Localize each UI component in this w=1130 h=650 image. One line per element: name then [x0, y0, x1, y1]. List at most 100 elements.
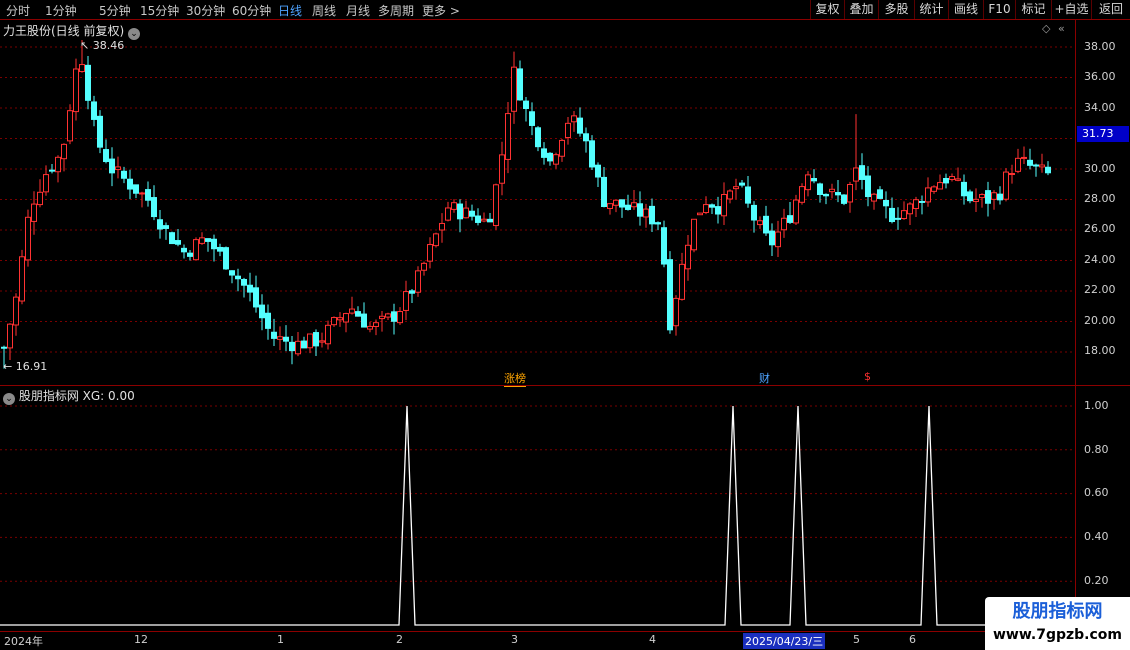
- candle-up: [685, 244, 691, 270]
- y-label: 24.00: [1084, 253, 1116, 266]
- price-axis: 38.00 36.00 34.00 31.73 30.00 28.00 26.0…: [1075, 20, 1130, 385]
- signal-chart[interactable]: [0, 386, 1075, 631]
- mark-button[interactable]: 标记: [1015, 0, 1051, 19]
- candle-up: [571, 115, 577, 123]
- multi-stock-button[interactable]: 多股: [878, 0, 914, 19]
- draw-line-button[interactable]: 画线: [948, 0, 983, 19]
- candle-up: [37, 191, 43, 206]
- candle-down: [583, 133, 589, 142]
- candlestick-chart[interactable]: [0, 20, 1075, 385]
- candle-down: [91, 101, 97, 120]
- candle-up: [13, 296, 19, 326]
- candle-up: [679, 263, 685, 300]
- candle-down: [85, 64, 91, 101]
- candle-down: [151, 197, 157, 218]
- candle-down: [577, 117, 583, 134]
- y-label: 30.00: [1084, 162, 1116, 175]
- high-price-value: 38.46: [92, 39, 125, 52]
- cursor-date-label: 2025/04/23/三: [743, 633, 826, 649]
- tab-multi-period[interactable]: 多周期: [378, 2, 414, 19]
- candle-up: [343, 313, 349, 323]
- chevron-down-icon[interactable]: ⌄: [128, 28, 141, 40]
- candle-down: [625, 204, 631, 210]
- candle-down: [787, 215, 793, 223]
- candle-up: [277, 336, 283, 340]
- candle-down: [523, 100, 529, 110]
- candle-up: [367, 325, 373, 330]
- candle-up: [19, 256, 25, 302]
- candle-down: [529, 111, 535, 126]
- tab-daily[interactable]: 日线: [278, 2, 302, 19]
- tab-30min[interactable]: 30分钟: [186, 2, 225, 19]
- diamond-icon[interactable]: ◇: [1042, 22, 1050, 35]
- tab-monthly[interactable]: 月线: [346, 2, 370, 19]
- candle-up: [991, 192, 997, 200]
- candle-up: [979, 194, 985, 199]
- y-label: 0.20: [1084, 574, 1109, 587]
- candle-up: [1003, 171, 1009, 200]
- candle-up: [1021, 156, 1027, 159]
- high-price-label: ↖ 38.46: [80, 39, 125, 52]
- f10-button[interactable]: F10: [983, 0, 1015, 19]
- marker-dollar[interactable]: $: [864, 370, 871, 383]
- candle-up: [511, 66, 517, 112]
- candle-up: [481, 218, 487, 222]
- candle-down: [391, 311, 397, 322]
- chevron-down-icon[interactable]: ⌄: [3, 393, 15, 405]
- candle-up: [505, 113, 511, 160]
- candlestick-panel[interactable]: 力王股份(日线 前复权) ⌄ ◇ « ↖ 38.46 ← 16.91 涨榜 财 …: [0, 20, 1075, 387]
- candle-down: [541, 148, 547, 158]
- candle-down: [217, 246, 223, 252]
- add-watchlist-button[interactable]: +自选: [1051, 0, 1091, 19]
- current-price-tag: 31.73: [1077, 126, 1129, 142]
- restore-rights-button[interactable]: 复权: [810, 0, 844, 19]
- tab-more[interactable]: 更多 >: [422, 2, 460, 19]
- tab-15min[interactable]: 15分钟: [140, 2, 179, 19]
- tab-1min[interactable]: 1分钟: [45, 2, 77, 19]
- candle-up: [937, 182, 943, 190]
- time-label: 3: [511, 633, 518, 646]
- candle-up: [67, 110, 73, 142]
- candle-up: [61, 143, 67, 160]
- candle-down: [109, 158, 115, 174]
- candle-up: [799, 186, 805, 203]
- y-label: 0.80: [1084, 443, 1109, 456]
- indicator-panel[interactable]: ⌄ 股朋指标网 XG: 0.00: [0, 386, 1075, 631]
- candle-up: [727, 190, 733, 200]
- candle-up: [847, 183, 853, 203]
- candle-up: [673, 297, 679, 327]
- indicator-title-row: ⌄ 股朋指标网 XG: 0.00: [3, 387, 135, 405]
- tab-5min[interactable]: 5分钟: [99, 2, 131, 19]
- candle-down: [211, 238, 217, 250]
- candle-up: [607, 203, 613, 209]
- tab-timeshare[interactable]: 分时: [6, 2, 30, 19]
- candle-up: [337, 317, 343, 321]
- candle-down: [1027, 159, 1033, 166]
- candle-up: [397, 311, 403, 324]
- candle-up: [955, 178, 961, 181]
- candle-up: [559, 139, 565, 157]
- candle-down: [709, 204, 715, 208]
- candle-up: [73, 68, 79, 113]
- candle-down: [487, 218, 493, 223]
- candle-down: [1045, 166, 1051, 174]
- chevron-right-icon: >: [449, 4, 460, 18]
- candle-up: [931, 186, 937, 192]
- candle-down: [289, 341, 295, 352]
- candle-up: [949, 176, 955, 180]
- marker-finance[interactable]: 财: [759, 370, 770, 386]
- tab-weekly[interactable]: 周线: [312, 2, 336, 19]
- collapse-icon[interactable]: «: [1058, 22, 1065, 35]
- indicator-title: 股朋指标网 XG: 0.00: [18, 389, 135, 403]
- candle-up: [913, 199, 919, 210]
- candle-down: [223, 247, 229, 270]
- statistics-button[interactable]: 统计: [914, 0, 948, 19]
- time-label: 2024年: [4, 635, 43, 648]
- candle-up: [613, 199, 619, 206]
- candle-up: [451, 202, 457, 210]
- overlay-button[interactable]: 叠加: [844, 0, 878, 19]
- y-label: 22.00: [1084, 283, 1116, 296]
- candle-down: [649, 205, 655, 225]
- back-button[interactable]: 返回: [1091, 0, 1130, 19]
- tab-60min[interactable]: 60分钟: [232, 2, 271, 19]
